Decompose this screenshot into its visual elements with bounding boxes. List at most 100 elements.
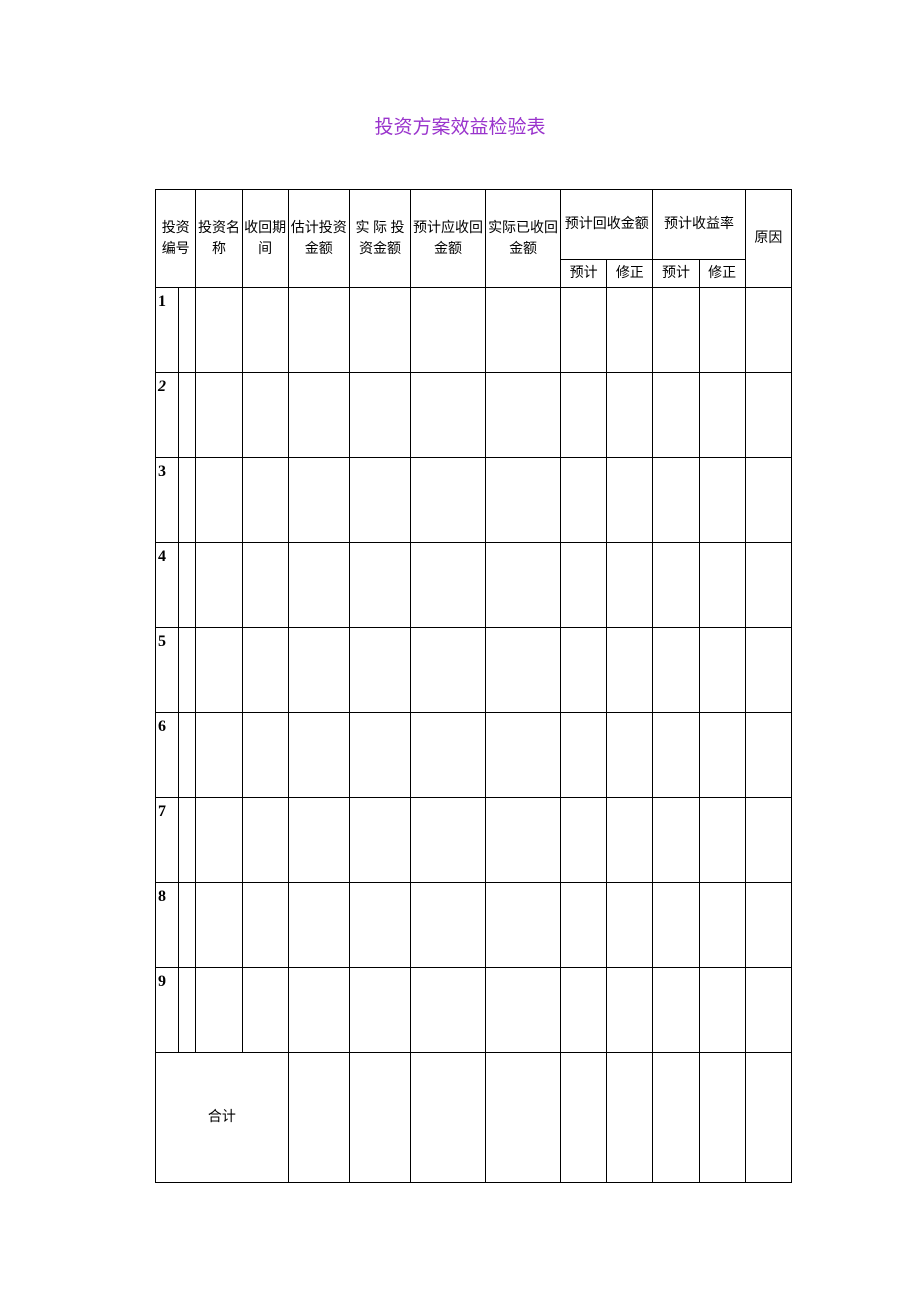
cell: [349, 543, 410, 628]
cell: [411, 798, 486, 883]
header-reason: 原因: [745, 190, 791, 288]
table-row: 9: [156, 968, 792, 1053]
row-number: 1: [156, 288, 179, 373]
cell: [486, 883, 561, 968]
cell: [745, 288, 791, 373]
cell: [196, 883, 242, 968]
cell: [411, 968, 486, 1053]
row-number: 9: [156, 968, 179, 1053]
cell: [607, 373, 653, 458]
subheader-revised-2: 修正: [699, 260, 745, 288]
cell: [349, 713, 410, 798]
table-row: 5: [156, 628, 792, 713]
cell: [699, 458, 745, 543]
cell: [179, 968, 196, 1053]
cell: [699, 968, 745, 1053]
cell: [349, 883, 410, 968]
subheader-revised-1: 修正: [607, 260, 653, 288]
cell: [288, 373, 349, 458]
subheader-expected-1: 预计: [561, 260, 607, 288]
cell: [745, 458, 791, 543]
cell: [486, 713, 561, 798]
cell: [349, 458, 410, 543]
cell: [288, 288, 349, 373]
cell: [196, 968, 242, 1053]
cell: [411, 883, 486, 968]
header-actual-investment: 实 际 投资金额: [349, 190, 410, 288]
cell: [288, 883, 349, 968]
cell: [745, 373, 791, 458]
table-row: 2: [156, 373, 792, 458]
cell: [349, 373, 410, 458]
cell: [561, 373, 607, 458]
cell: [179, 288, 196, 373]
cell: [699, 883, 745, 968]
table-row: 6: [156, 713, 792, 798]
cell: [179, 543, 196, 628]
cell: [288, 798, 349, 883]
cell: [561, 883, 607, 968]
cell: [653, 968, 699, 1053]
cell: [607, 968, 653, 1053]
cell: [242, 968, 288, 1053]
cell: [349, 968, 410, 1053]
cell: [179, 883, 196, 968]
total-label: 合计: [156, 1053, 289, 1183]
header-recovery-period: 收回期间: [242, 190, 288, 288]
header-invest-name: 投资名称: [196, 190, 242, 288]
header-expected-recovery: 预计应收回金额: [411, 190, 486, 288]
cell: [179, 458, 196, 543]
cell: [607, 288, 653, 373]
cell: [745, 713, 791, 798]
cell: [653, 798, 699, 883]
row-number: 7: [156, 798, 179, 883]
row-number: 2: [156, 373, 179, 458]
cell: [745, 968, 791, 1053]
cell: [607, 883, 653, 968]
cell: [745, 883, 791, 968]
cell: [607, 458, 653, 543]
cell: [699, 798, 745, 883]
cell: [561, 1053, 607, 1183]
cell: [196, 373, 242, 458]
cell: [653, 628, 699, 713]
cell: [179, 373, 196, 458]
cell: [242, 458, 288, 543]
cell: [607, 713, 653, 798]
cell: [242, 543, 288, 628]
cell: [561, 713, 607, 798]
cell: [288, 458, 349, 543]
cell: [486, 968, 561, 1053]
cell: [411, 1053, 486, 1183]
cell: [349, 288, 410, 373]
cell: [196, 288, 242, 373]
cell: [699, 1053, 745, 1183]
table-row: 3: [156, 458, 792, 543]
cell: [653, 883, 699, 968]
cell: [561, 628, 607, 713]
cell: [196, 458, 242, 543]
cell: [349, 1053, 410, 1183]
cell: [411, 543, 486, 628]
cell: [699, 713, 745, 798]
cell: [745, 543, 791, 628]
row-number: 4: [156, 543, 179, 628]
row-number: 3: [156, 458, 179, 543]
page-title: 投资方案效益检验表: [0, 0, 920, 189]
subheader-expected-2: 预计: [653, 260, 699, 288]
cell: [561, 458, 607, 543]
table-row: 1: [156, 288, 792, 373]
cell: [242, 373, 288, 458]
cell: [242, 713, 288, 798]
cell: [486, 628, 561, 713]
cell: [196, 798, 242, 883]
cell: [242, 288, 288, 373]
cell: [653, 1053, 699, 1183]
cell: [745, 628, 791, 713]
header-estimated-investment: 估计投资金额: [288, 190, 349, 288]
cell: [179, 628, 196, 713]
row-number: 5: [156, 628, 179, 713]
cell: [561, 798, 607, 883]
header-expected-yield-rate: 预计收益率: [653, 190, 745, 260]
cell: [411, 288, 486, 373]
